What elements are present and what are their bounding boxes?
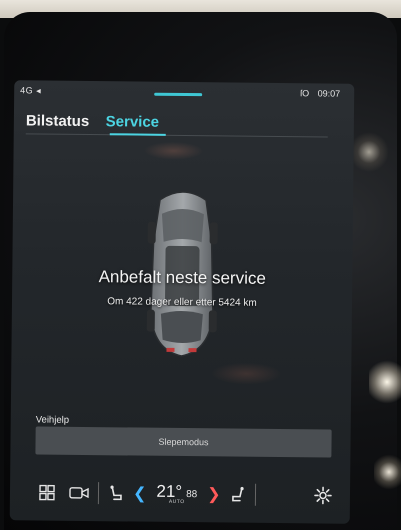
bottom-dock: ❮ 21° 88 AUTO ❯ (10, 464, 351, 524)
signal-icon: 4G ◂ (20, 85, 42, 96)
screen-reflection (211, 362, 282, 386)
gear-icon (314, 486, 332, 505)
dock-divider (97, 482, 100, 505)
dock-divider (254, 483, 256, 506)
settings-button[interactable] (312, 480, 334, 510)
service-detail: Om 422 dager eller etter 5424 km (107, 296, 257, 309)
status-bar: 4G ◂ ſO 09:07 (14, 80, 354, 104)
notification-handle[interactable] (154, 92, 203, 97)
seat-icon (231, 486, 244, 502)
camera-icon (69, 487, 89, 499)
infotainment-screen: 4G ◂ ſO 09:07 Bilstatus Service Anbefalt… (9, 80, 355, 524)
bezel-reflection (369, 357, 401, 407)
tab-bar: Bilstatus Service (26, 112, 171, 132)
tab-divider (25, 133, 328, 138)
climate-control[interactable]: 21° 88 AUTO (156, 481, 198, 506)
camera-button[interactable] (66, 478, 92, 508)
fan-level: 88 (186, 489, 198, 501)
connectivity-icon: ſO (300, 88, 310, 99)
roadside-assistance-label: Veihjelp (35, 414, 70, 426)
seat-icon (110, 485, 122, 501)
active-tab-indicator (109, 133, 166, 136)
screen-reflection (143, 141, 204, 161)
apps-grid-icon[interactable] (36, 477, 58, 507)
service-headline: Anbefalt neste service (98, 267, 266, 288)
tab-service[interactable]: Service (106, 113, 160, 131)
seat-heat-left-button[interactable] (105, 478, 127, 508)
bezel-reflection (374, 452, 401, 492)
status-right: ſO 09:07 (300, 88, 340, 98)
temp-down-icon[interactable]: ❮ (133, 483, 147, 503)
temperature-value: 21° (156, 481, 183, 502)
bezel-reflection (349, 132, 389, 172)
tab-car-status[interactable]: Bilstatus (26, 112, 90, 130)
climate-mode: AUTO (168, 498, 185, 506)
grid-icon (39, 484, 55, 501)
tow-mode-button[interactable]: Slepemodus (35, 426, 332, 458)
clock: 09:07 (317, 88, 341, 99)
temp-up-icon[interactable]: ❯ (207, 484, 221, 504)
seat-heat-right-button[interactable] (226, 479, 248, 509)
